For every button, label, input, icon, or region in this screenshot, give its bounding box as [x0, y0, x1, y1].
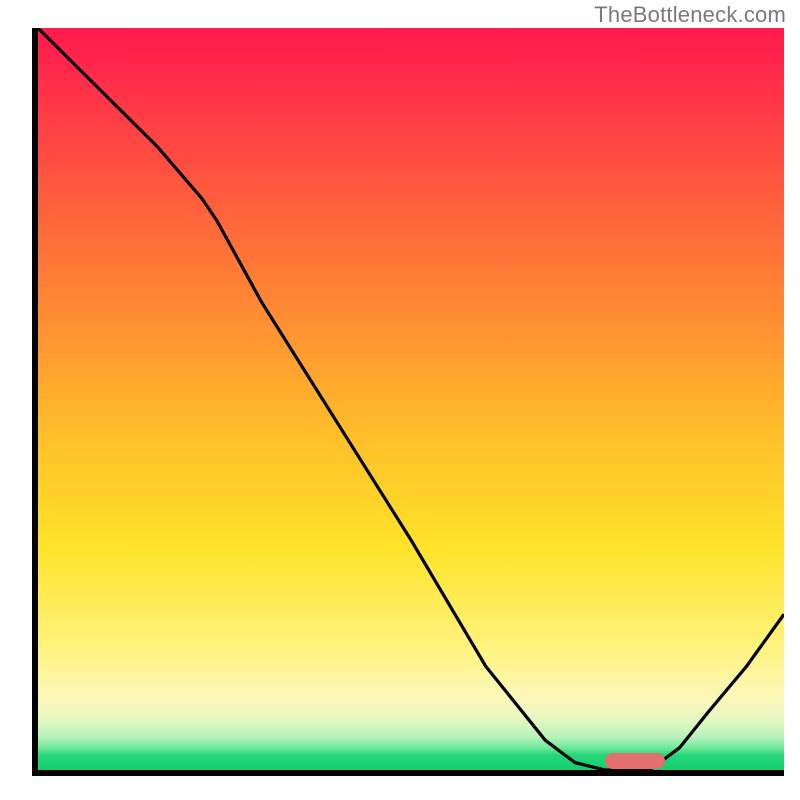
plot-area: [32, 28, 784, 776]
bottleneck-curve: [38, 28, 784, 770]
chart-root: TheBottleneck.com: [0, 0, 800, 800]
watermark-text: TheBottleneck.com: [594, 2, 786, 28]
optimal-range-marker: [605, 753, 665, 769]
